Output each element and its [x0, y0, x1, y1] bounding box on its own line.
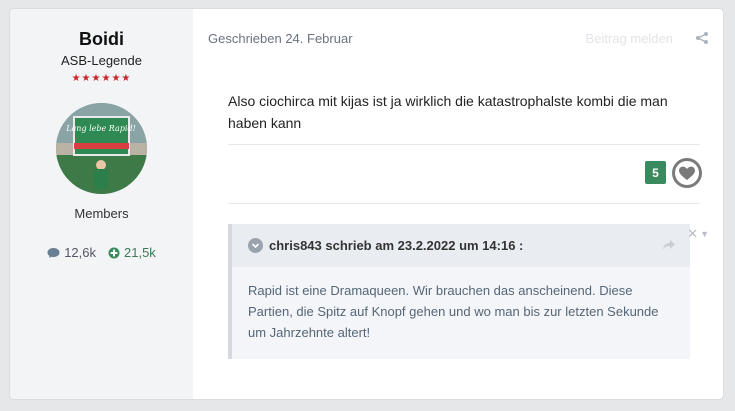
author-name[interactable]: Boidi	[10, 29, 193, 50]
chevron-down-icon[interactable]	[248, 238, 263, 253]
share-icon[interactable]	[695, 31, 709, 45]
reputation-count[interactable]: 21,5k	[108, 245, 156, 260]
author-panel: Boidi ASB-Legende ★★★★★★ Lang lebe Rapid…	[10, 9, 193, 399]
avatar[interactable]: Lang lebe Rapid!	[56, 103, 147, 194]
quote-controls: ✕ ▼	[687, 226, 709, 242]
chevron-down-icon[interactable]: ▼	[700, 229, 709, 239]
plus-circle-icon	[108, 247, 120, 258]
author-stats: 12,6k 21,5k	[10, 245, 193, 260]
reputation-value: 21,5k	[124, 245, 156, 260]
reaction-count-badge[interactable]: 5	[645, 161, 666, 184]
like-button[interactable]	[672, 158, 702, 188]
report-post-link[interactable]: Beitrag melden	[586, 31, 673, 46]
post-date[interactable]: Geschrieben 24. Februar	[208, 31, 353, 46]
author-group: Members	[74, 206, 129, 221]
heart-icon	[673, 159, 701, 187]
avatar-image: Lang lebe Rapid!	[56, 103, 147, 194]
quote-header: chris843 schrieb am 23.2.2022 um 14:16 :	[232, 224, 690, 267]
divider	[228, 203, 700, 204]
post-content: Also ciochirca mit kijas ist ja wirklich…	[228, 93, 668, 131]
post-card: Boidi ASB-Legende ★★★★★★ Lang lebe Rapid…	[10, 9, 723, 399]
avatar-banner-text: Lang lebe Rapid!	[65, 124, 136, 133]
comment-icon	[47, 247, 60, 258]
post-count-value: 12,6k	[64, 245, 96, 260]
author-rank: ASB-Legende	[61, 53, 142, 68]
quote-text: Rapid ist eine Dramaqueen. Wir brauchen …	[248, 283, 659, 340]
close-icon[interactable]: ✕	[687, 226, 698, 242]
post-body: Geschrieben 24. Februar Beitrag melden A…	[193, 9, 723, 399]
post-count[interactable]: 12,6k	[47, 245, 96, 260]
divider	[228, 144, 700, 145]
quote-link-icon[interactable]	[662, 238, 676, 256]
quote-author[interactable]: chris843 schrieb am 23.2.2022 um 14:16 :	[269, 238, 523, 253]
rank-stars: ★★★★★★	[71, 73, 132, 84]
quote-block: chris843 schrieb am 23.2.2022 um 14:16 :…	[228, 224, 690, 359]
